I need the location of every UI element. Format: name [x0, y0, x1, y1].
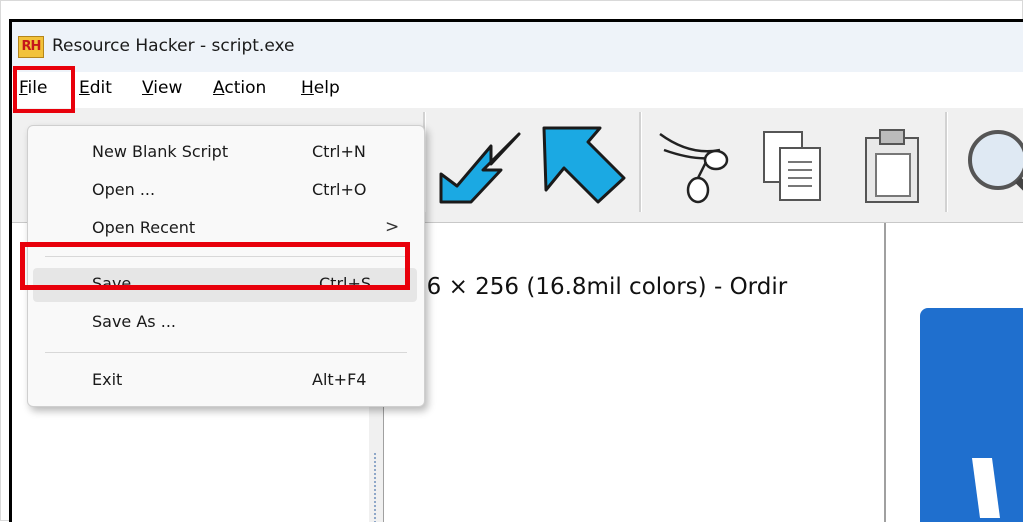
menu-item-label: Open Recent — [92, 218, 196, 237]
menu-action-label: ction — [224, 78, 267, 98]
menu-action-accel: A — [213, 78, 225, 98]
menu-help-label: elp — [313, 78, 340, 98]
magnifier-icon[interactable] — [958, 120, 1023, 210]
icon-preview-image — [920, 308, 1023, 522]
splitter-grip[interactable] — [374, 453, 379, 522]
menu-item-open-recent[interactable]: Open Recent > — [33, 212, 417, 246]
submenu-arrow-icon: > — [385, 217, 400, 237]
paste-icon[interactable] — [848, 120, 938, 210]
menu-item-shortcut: Ctrl+N — [312, 142, 366, 161]
menu-view[interactable]: View — [142, 78, 182, 98]
menu-item-open[interactable]: Open ... Ctrl+O — [33, 174, 417, 208]
menu-help-accel: H — [301, 78, 314, 98]
file-menu-highlight-box — [13, 66, 75, 113]
toolbar-separator — [639, 112, 642, 212]
window-title: Resource Hacker - script.exe — [52, 36, 295, 56]
menu-view-label: iew — [153, 78, 183, 98]
resource-info-text: 56 × 256 (16.8mil colors) - Ordir — [412, 274, 788, 300]
icon-preview-pane — [886, 223, 1023, 522]
menu-item-shortcut: Ctrl+O — [312, 180, 367, 199]
menu-item-label: Save As ... — [92, 312, 176, 331]
menu-item-new-blank-script[interactable]: New Blank Script Ctrl+N — [33, 136, 417, 170]
menu-separator — [45, 352, 407, 353]
title-bar: RH Resource Hacker - script.exe — [12, 22, 1023, 72]
menu-item-label: New Blank Script — [92, 142, 229, 161]
save-item-highlight-box — [20, 242, 410, 290]
menu-item-exit[interactable]: Exit Alt+F4 — [33, 364, 417, 398]
toolbar-separator — [945, 112, 948, 212]
menu-view-accel: V — [142, 78, 154, 98]
menu-edit-label: dit — [89, 78, 112, 98]
scissors-icon[interactable] — [650, 120, 740, 210]
copy-icon[interactable] — [750, 120, 840, 210]
menu-bar: File Edit View Action Help — [12, 72, 1023, 108]
menu-item-shortcut: Alt+F4 — [312, 370, 367, 389]
resource-info-pane: 56 × 256 (16.8mil colors) - Ordir — [384, 223, 886, 522]
menu-item-save-as[interactable]: Save As ... — [33, 306, 417, 340]
menu-edit[interactable]: Edit — [79, 78, 112, 98]
menu-item-label: Open ... — [92, 180, 156, 199]
menu-action[interactable]: Action — [213, 78, 266, 98]
export-arrow-icon[interactable] — [538, 120, 628, 210]
import-arrow-icon[interactable] — [437, 120, 527, 210]
menu-edit-accel: E — [79, 78, 90, 98]
menu-item-label: Exit — [92, 370, 123, 389]
menu-help[interactable]: Help — [301, 78, 340, 98]
app-logo-icon: RH — [18, 36, 44, 58]
